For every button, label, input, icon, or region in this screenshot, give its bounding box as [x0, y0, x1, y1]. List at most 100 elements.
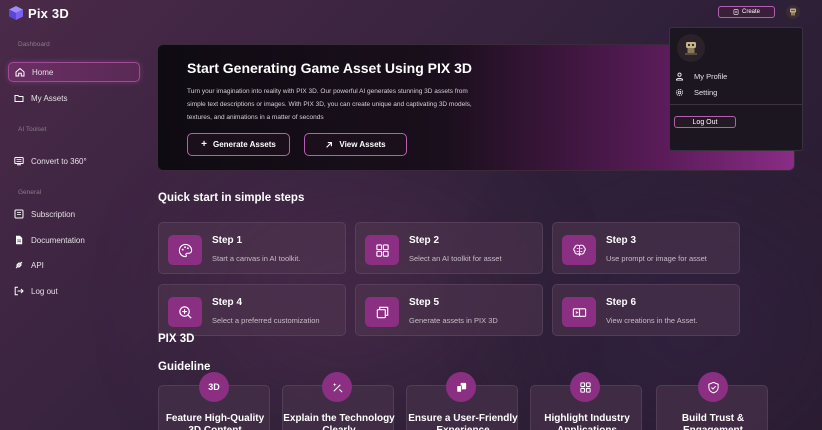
sidebar-item-convert[interactable]: Convert to 360°	[8, 151, 140, 171]
step-icon-box	[562, 235, 596, 265]
exchange-icon	[572, 307, 586, 317]
generate-assets-label: Generate Assets	[212, 140, 276, 149]
step-icon-box	[365, 235, 399, 265]
logout-button[interactable]: Log Out	[674, 116, 736, 128]
create-label: Create	[741, 9, 760, 15]
sidebar-item-label: Home	[32, 67, 54, 77]
brain-icon	[572, 244, 586, 256]
sidebar-item-label: Log out	[31, 286, 58, 296]
step-card[interactable]: Step 4 Select a preferred customization	[158, 284, 346, 336]
step-description: Start a canvas in AI toolkit.	[212, 254, 301, 263]
create-file-icon	[733, 9, 739, 15]
sidebar-item-label: Documentation	[31, 235, 85, 245]
profile-dropdown: My Profile Setting Log Out	[669, 27, 803, 151]
sidebar-item-my-assets[interactable]: My Assets	[8, 88, 140, 108]
home-icon	[15, 67, 25, 77]
section-dashboard-label: Dashboard	[18, 41, 50, 48]
app-logo[interactable]: Pix 3D	[8, 5, 69, 21]
view-assets-label: View Assets	[339, 140, 386, 149]
step-icon-box	[562, 297, 596, 327]
sidebar-item-label: API	[31, 260, 44, 270]
step-title: Step 5	[409, 297, 440, 308]
sidebar-item-subscription[interactable]: Subscription	[8, 204, 140, 224]
copy-icon	[376, 306, 388, 318]
shield-check-icon	[707, 381, 719, 393]
create-button[interactable]: Create	[718, 6, 775, 18]
step-card[interactable]: Step 1 Start a canvas in AI toolkit.	[158, 222, 346, 274]
view-assets-button[interactable]: View Assets	[304, 133, 407, 156]
sidebar-item-label: My Assets	[31, 93, 68, 103]
user-friendly-icon	[455, 382, 466, 393]
guideline-badge	[446, 372, 476, 402]
robot-avatar-icon	[790, 8, 796, 16]
step-icon-box	[365, 297, 399, 327]
guideline-badge-3d: 3D	[199, 372, 229, 402]
step-description: Use prompt or image for asset	[606, 254, 707, 263]
hero-title: Start Generating Game Asset Using PIX 3D	[187, 60, 473, 76]
step-title: Step 1	[212, 235, 243, 246]
sidebar-item-home[interactable]: Home	[8, 62, 140, 82]
step-description: Generate assets in PIX 3D	[409, 316, 498, 325]
guideline-card-title: Build Trust & Engagement	[681, 413, 745, 430]
api-icon	[15, 261, 23, 269]
step-title: Step 4	[212, 297, 243, 308]
folder-icon	[14, 95, 24, 102]
guideline-badge	[570, 372, 600, 402]
step-card[interactable]: Step 5 Generate assets in PIX 3D	[355, 284, 543, 336]
guideline-badge	[322, 372, 352, 402]
guideline-card-title: Feature High-Quality 3D Content	[165, 413, 265, 430]
step-title: Step 6	[606, 297, 637, 308]
grid-icon	[579, 381, 591, 393]
sidebar: Dashboard Home My Assets AI Toolset Conv…	[0, 28, 148, 430]
pix3d-heading: PIX 3D	[158, 333, 195, 345]
cube-logo-icon	[9, 6, 23, 20]
sidebar-item-api[interactable]: API	[8, 255, 140, 275]
user-icon	[675, 72, 684, 81]
logout-icon	[14, 286, 24, 296]
step-card[interactable]: Step 2 Select an AI toolkit for asset	[355, 222, 543, 274]
step-description: Select an AI toolkit for asset	[409, 254, 502, 263]
plus-icon: +	[201, 138, 207, 150]
step-card[interactable]: Step 6 View creations in the Asset.	[552, 284, 740, 336]
sidebar-item-documentation[interactable]: Documentation	[8, 230, 140, 250]
my-profile-label: My Profile	[694, 72, 728, 81]
my-profile-item[interactable]: My Profile	[675, 72, 727, 81]
document-icon	[16, 235, 23, 245]
step-title: Step 2	[409, 235, 440, 246]
convert-icon	[14, 157, 24, 166]
setting-item[interactable]: Setting	[675, 88, 717, 97]
subscription-icon	[14, 209, 24, 219]
quickstart-title: Quick start in simple steps	[158, 192, 305, 204]
dropdown-divider	[670, 104, 802, 105]
gear-icon	[675, 88, 684, 97]
section-ai-toolset-label: AI Toolset	[18, 126, 47, 133]
robot-avatar-icon	[685, 42, 697, 55]
palette-icon	[178, 243, 192, 257]
generate-assets-button[interactable]: + Generate Assets	[187, 133, 290, 156]
hero-description: Turn your imagination into reality with …	[187, 88, 472, 121]
step-icon-box	[168, 235, 202, 265]
app-name: Pix 3D	[28, 5, 69, 21]
top-bar: Pix 3D Create	[0, 0, 822, 28]
step-description: Select a preferred customization	[212, 316, 320, 325]
zoom-plus-icon	[178, 305, 192, 319]
guideline-card-title: Explain the Technology Clearly	[283, 413, 395, 430]
magic-wand-icon	[332, 382, 343, 393]
setting-label: Setting	[694, 88, 718, 97]
sidebar-item-label: Subscription	[31, 209, 76, 219]
guideline-card-title: Highlight Industry Applications	[544, 413, 630, 430]
step-card[interactable]: Step 3 Use prompt or image for asset	[552, 222, 740, 274]
guideline-card-title: Ensure a User-Friendly Experience	[408, 413, 518, 430]
step-icon-box	[168, 297, 202, 327]
step-description: View creations in the Asset.	[606, 316, 698, 325]
section-general-label: General	[18, 189, 42, 196]
arrow-up-right-icon	[326, 141, 333, 148]
sidebar-item-label: Convert to 360°	[31, 156, 87, 166]
step-title: Step 3	[606, 235, 637, 246]
user-avatar[interactable]	[786, 5, 800, 19]
dropdown-avatar	[677, 34, 705, 62]
guideline-badge	[698, 372, 728, 402]
sidebar-item-logout[interactable]: Log out	[8, 281, 140, 301]
guideline-title: Guideline	[158, 361, 211, 373]
grid-icon	[375, 243, 389, 257]
